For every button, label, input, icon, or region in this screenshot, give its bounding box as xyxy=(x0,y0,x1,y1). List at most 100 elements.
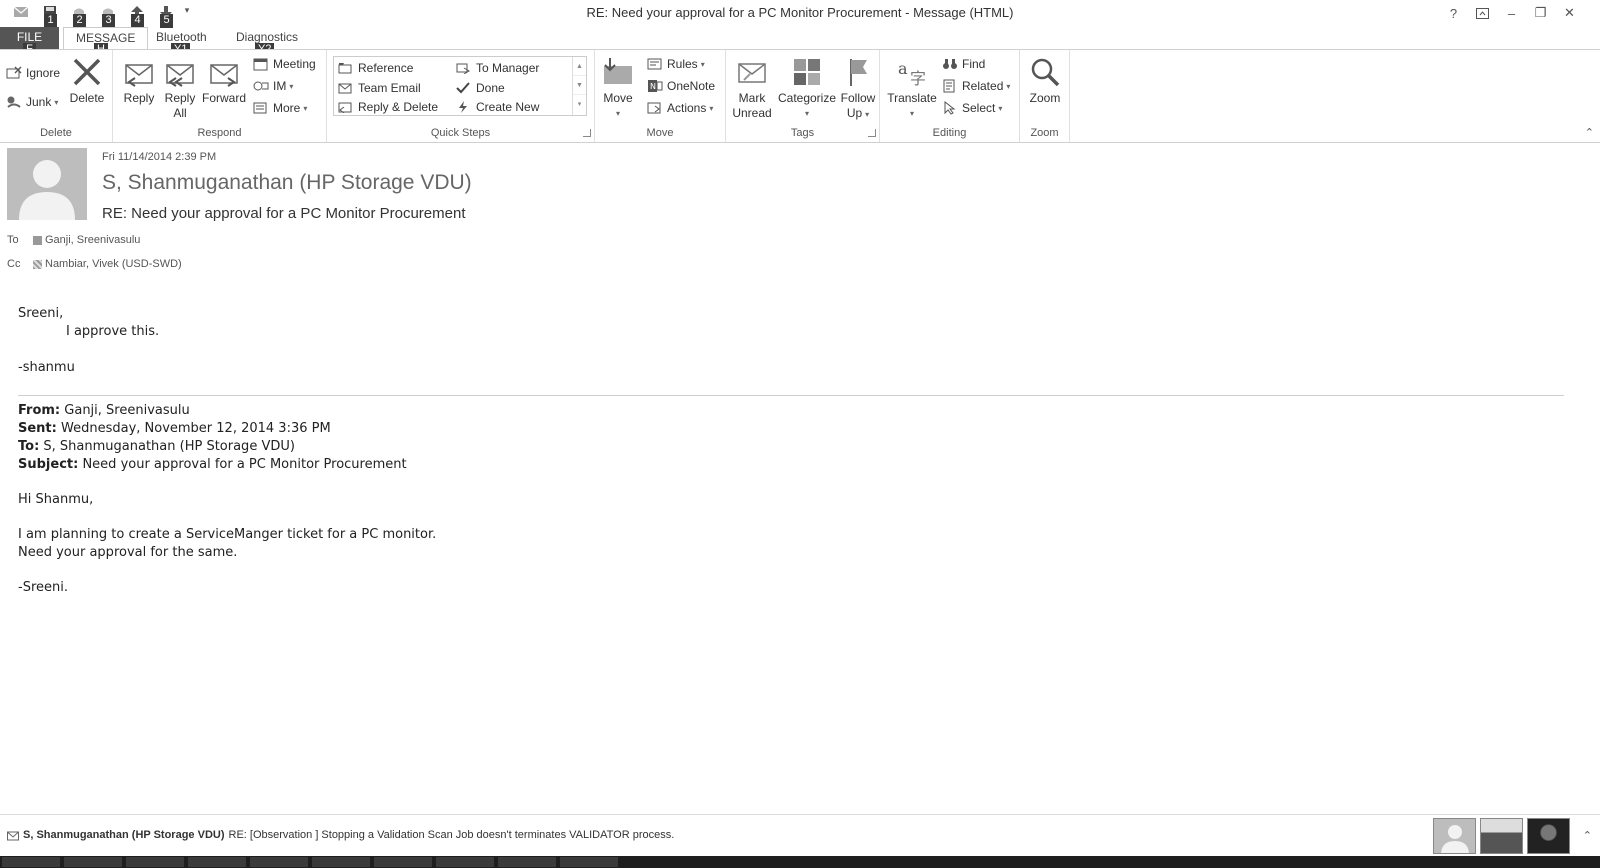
group-label: Delete xyxy=(40,127,72,139)
taskbar-item[interactable] xyxy=(2,857,60,867)
collapse-ribbon-button[interactable]: ⌃ xyxy=(1585,126,1594,139)
delete-x-icon xyxy=(73,58,101,86)
chevron-down-icon: ▾ xyxy=(54,97,59,107)
title-bar: 1 2 3 4 5 ▾ RE: Need your approval for a… xyxy=(0,0,1600,28)
quick-steps-gallery: Reference Team Email Reply & Delete To M… xyxy=(333,56,587,116)
taskbar-item[interactable] xyxy=(560,857,618,867)
create-new-label: Create New xyxy=(476,100,540,114)
qat-up-button[interactable]: 4 xyxy=(122,3,151,28)
taskbar-item[interactable] xyxy=(312,857,370,867)
reply-all-button[interactable]: Reply All xyxy=(160,56,200,121)
cc-recipient[interactable]: Nambiar, Vivek (USD-SWD) xyxy=(45,258,182,270)
qat-redo-button[interactable]: 3 xyxy=(93,3,122,28)
people-pane: S, Shanmuganathan (HP Storage VDU) RE: [… xyxy=(0,814,1600,856)
onenote-button[interactable]: N OneNote xyxy=(647,76,715,96)
meeting-button[interactable]: Meeting xyxy=(253,54,316,74)
mark-unread-label-1: Mark xyxy=(738,91,766,105)
mark-unread-icon xyxy=(738,63,766,83)
quote-divider xyxy=(18,395,1564,396)
actions-label: Actions xyxy=(667,101,707,115)
ribbon-display-options-button[interactable] xyxy=(1468,2,1497,24)
quick-steps-scroll[interactable]: ▲ ▼ ▾ xyxy=(572,57,586,115)
delete-button[interactable]: Delete xyxy=(66,56,108,106)
qat-undo-button[interactable]: 2 xyxy=(64,3,93,28)
quick-step-create-new[interactable]: Create New xyxy=(456,97,539,117)
avatar[interactable] xyxy=(1527,818,1570,854)
avatar[interactable] xyxy=(1480,818,1523,854)
quick-step-reply-delete[interactable]: Reply & Delete xyxy=(338,97,438,117)
more-respond-button[interactable]: More ▾ xyxy=(253,98,307,118)
related-label: Related xyxy=(962,79,1004,93)
group-editing: a字 Translate ▾ Find Related ▾ Select ▾ Edi… xyxy=(880,50,1020,142)
quick-step-team-email[interactable]: Team Email xyxy=(338,78,421,98)
translate-button[interactable]: a字 Translate ▾ xyxy=(885,56,939,121)
related-button[interactable]: Related ▾ xyxy=(942,76,1010,96)
gallery-more-icon[interactable]: ▾ xyxy=(573,95,586,114)
scroll-up-icon[interactable]: ▲ xyxy=(573,57,586,76)
taskbar-item[interactable] xyxy=(374,857,432,867)
junk-button[interactable]: Junk ▾ xyxy=(6,92,58,112)
select-button[interactable]: Select ▾ xyxy=(942,98,1002,118)
qat-down-button[interactable]: 5 xyxy=(151,3,180,28)
group-label: Quick Steps xyxy=(430,127,491,139)
scroll-down-icon[interactable]: ▼ xyxy=(573,76,586,95)
taskbar-item[interactable] xyxy=(436,857,494,867)
reference-label: Reference xyxy=(358,61,414,75)
actions-button[interactable]: Actions ▾ xyxy=(647,98,713,118)
follow-up-button[interactable]: Follow Up ▾ xyxy=(838,56,878,122)
keytip: 3 xyxy=(102,14,115,28)
message-sender[interactable]: S, Shanmuganathan (HP Storage VDU) xyxy=(102,171,472,195)
quoted-line-1: I am planning to create a ServiceManger … xyxy=(18,527,437,542)
group-tags: Mark Unread Categorize ▾ Follow Up ▾ Tags xyxy=(726,50,880,142)
help-button[interactable]: ? xyxy=(1439,2,1468,24)
taskbar-item[interactable] xyxy=(64,857,122,867)
taskbar-item[interactable] xyxy=(250,857,308,867)
minimize-button[interactable]: – xyxy=(1497,2,1526,24)
chevron-down-icon: ▾ xyxy=(289,81,294,91)
im-icon xyxy=(253,81,269,91)
quick-step-reference[interactable]: Reference xyxy=(338,58,413,78)
taskbar-item[interactable] xyxy=(126,857,184,867)
reply-delete-icon xyxy=(338,102,352,113)
quoted-sent: Sent: Wednesday, November 12, 2014 3:36 … xyxy=(18,420,436,438)
onenote-icon: N xyxy=(648,80,663,92)
forward-button[interactable]: Forward xyxy=(201,56,247,106)
qat-save-button[interactable]: 1 xyxy=(35,3,64,28)
avatar[interactable] xyxy=(1433,818,1476,854)
person-icon xyxy=(1441,825,1469,853)
taskbar-item[interactable] xyxy=(188,857,246,867)
categorize-icon xyxy=(794,59,820,85)
quick-step-to-manager[interactable]: To Manager xyxy=(456,58,539,78)
to-recipient[interactable]: Ganji, Sreenivasulu xyxy=(45,234,140,246)
sender-avatar[interactable] xyxy=(7,148,87,220)
magnifier-icon xyxy=(1031,58,1060,87)
people-pane-message[interactable]: S, Shanmuganathan (HP Storage VDU) RE: [… xyxy=(7,829,674,841)
rules-button[interactable]: Rules ▾ xyxy=(647,54,705,74)
chevron-down-icon: ▾ xyxy=(909,109,914,118)
find-button[interactable]: Find xyxy=(942,54,985,74)
qat-customize-button[interactable]: ▾ xyxy=(180,3,194,25)
expand-people-pane-button[interactable]: ⌃ xyxy=(1583,829,1592,842)
zoom-button[interactable]: Zoom xyxy=(1024,56,1066,106)
tags-launcher-icon[interactable] xyxy=(868,129,876,137)
im-button[interactable]: IM ▾ xyxy=(253,76,293,96)
mark-unread-button[interactable]: Mark Unread xyxy=(729,56,775,121)
taskbar-item[interactable] xyxy=(498,857,556,867)
junk-icon xyxy=(7,96,21,108)
categorize-button[interactable]: Categorize ▾ xyxy=(776,56,838,121)
body-greeting: Sreeni, xyxy=(18,306,64,321)
close-button[interactable]: ✕ xyxy=(1555,2,1584,24)
team-email-label: Team Email xyxy=(358,81,421,95)
ignore-button[interactable]: Ignore xyxy=(6,63,60,83)
follow-up-label-1: Follow xyxy=(840,91,876,105)
quick-step-done[interactable]: Done xyxy=(456,78,505,98)
move-button[interactable]: Move ▾ xyxy=(601,56,635,121)
reply-button[interactable]: Reply xyxy=(119,56,159,106)
restore-button[interactable]: ❐ xyxy=(1526,2,1555,24)
chevron-down-icon: ▾ xyxy=(709,103,714,113)
reply-icon xyxy=(125,64,153,87)
ribbon-options-icon xyxy=(1476,7,1489,19)
junk-label: Junk xyxy=(26,95,52,109)
quick-steps-launcher-icon[interactable] xyxy=(583,129,591,137)
checkmark-icon xyxy=(456,82,470,94)
